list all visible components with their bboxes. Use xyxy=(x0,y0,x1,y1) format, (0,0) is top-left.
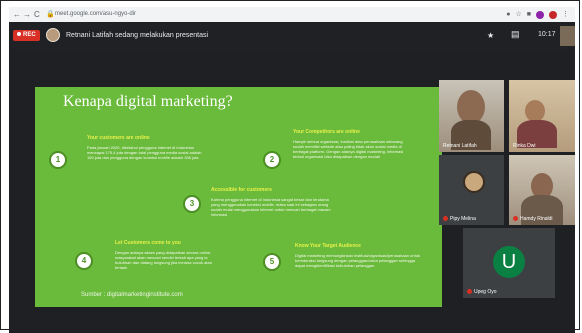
slide-title: Kenapa digital marketing? xyxy=(63,93,233,110)
screenshot-frame: ← → C 🔒 meet.google.com/asu-ngyo-dir ● ☆… xyxy=(0,0,580,333)
self-view-thumbnail[interactable] xyxy=(560,26,575,46)
menu-icon[interactable]: ⋮ xyxy=(562,10,569,19)
presentation-slide: Kenapa digital marketing? 1 Your custome… xyxy=(35,87,442,307)
rec-label: REC xyxy=(23,32,36,38)
mic-off-icon xyxy=(443,216,448,222)
recording-badge: REC xyxy=(13,30,40,41)
section-heading: Know Your Target Audience xyxy=(295,243,361,249)
section-number-badge: 5 xyxy=(263,253,281,271)
chat-icon[interactable]: ▤ xyxy=(511,29,520,40)
mic-off-icon xyxy=(513,216,518,222)
lock-icon: 🔒 xyxy=(46,11,55,18)
section-text: Karena pengguna internet di Indonesia sa… xyxy=(211,197,331,217)
section-number-badge: 3 xyxy=(183,195,201,213)
participant-face xyxy=(525,100,545,122)
meet-header: REC Retnani Latifah sedang melakukan pre… xyxy=(9,22,575,50)
section-heading: Accessible for customers xyxy=(211,187,272,193)
participant-tile[interactable]: Pipy Melina xyxy=(439,155,504,225)
section-heading: Let Customers come to you xyxy=(115,240,181,246)
presenter-avatar xyxy=(46,28,60,42)
participant-initial-avatar: U xyxy=(493,246,525,278)
section-text: Pada januari 2020, diketahui pengguna in… xyxy=(87,145,202,160)
slide-source: Sumber : digitalmarketinginstitute.com xyxy=(81,292,183,298)
browser-window: ← → C 🔒 meet.google.com/asu-ngyo-dir ● ☆… xyxy=(9,7,575,333)
participant-face xyxy=(457,90,485,124)
profile-avatar-icon[interactable] xyxy=(549,10,557,19)
people-icon[interactable]: ★ xyxy=(487,31,494,40)
back-icon[interactable]: ← xyxy=(13,10,21,19)
presenting-text: Retnani Latifah sedang melakukan present… xyxy=(66,32,209,39)
meeting-clock: 10:17 xyxy=(538,31,556,38)
star-icon[interactable]: ☆ xyxy=(515,10,521,19)
browser-actions: ● ☆ ■ ⋮ xyxy=(506,10,569,19)
record-dot-icon xyxy=(17,32,21,37)
extension-icon[interactable]: ■ xyxy=(527,10,531,19)
section-heading: Your customers are online xyxy=(87,135,150,141)
participant-tile[interactable]: U Upeg Oyo xyxy=(463,228,555,298)
participant-name: Rinka Dwi xyxy=(513,143,536,149)
reload-icon[interactable]: C xyxy=(34,10,40,19)
participant-tile[interactable]: Retnani Latifah xyxy=(439,80,504,152)
participant-name: Upeg Oyo xyxy=(467,289,497,295)
mic-off-icon xyxy=(467,289,472,295)
section-number-badge: 1 xyxy=(49,151,67,169)
participant-tile[interactable]: Rinka Dwi xyxy=(509,80,575,152)
extension-icon-purple[interactable] xyxy=(536,10,544,19)
browser-toolbar: ← → C 🔒 meet.google.com/asu-ngyo-dir ● ☆… xyxy=(9,7,575,23)
participant-tile[interactable]: Hamdy Rinaldi xyxy=(509,155,575,225)
section-number-badge: 2 xyxy=(263,151,281,169)
section-text: Dengan adanya akses yang didapatkan seca… xyxy=(115,250,212,270)
section-text: Digital marketing memungkinkan institusi… xyxy=(295,253,420,268)
section-number-badge: 4 xyxy=(75,252,93,270)
participant-avatar xyxy=(463,171,485,193)
forward-icon[interactable]: → xyxy=(23,10,31,19)
participant-name: Retnani Latifah xyxy=(443,143,477,149)
section-text: Hampir semua organisasi, institusi atau … xyxy=(293,139,404,159)
section-heading: Your Competitors are online xyxy=(293,129,360,135)
participant-name: Pipy Melina xyxy=(443,216,476,222)
camera-icon[interactable]: ● xyxy=(506,10,510,19)
participant-name: Hamdy Rinaldi xyxy=(513,216,553,222)
address-bar[interactable]: meet.google.com/asu-ngyo-dir xyxy=(55,10,136,19)
